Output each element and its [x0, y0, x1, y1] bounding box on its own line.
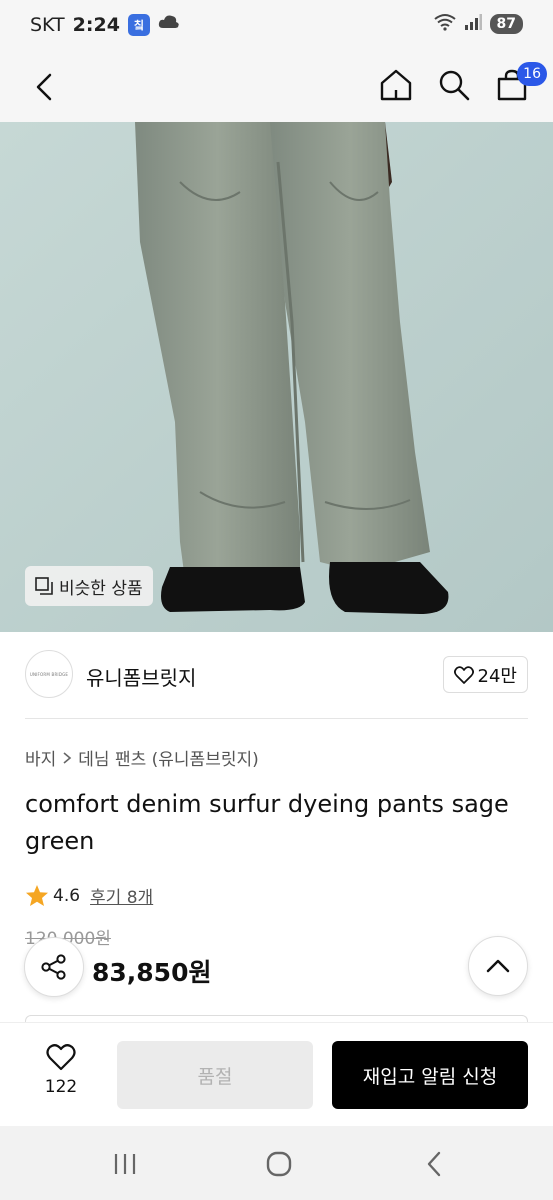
- chevron-up-icon: [486, 959, 510, 973]
- home-button[interactable]: [377, 64, 415, 106]
- purchase-action-bar: 122 품절 재입고 알림 신청: [0, 1022, 553, 1126]
- breadcrumb-category[interactable]: 바지: [25, 745, 56, 770]
- brand-like-button[interactable]: 24만: [442, 656, 528, 693]
- wishlist-count: 122: [44, 1077, 78, 1097]
- restock-alert-button[interactable]: 재입고 알림 신청: [332, 1041, 528, 1109]
- search-icon: [439, 70, 470, 101]
- status-left: SKT 2:24 칰: [30, 13, 180, 36]
- brand-like-count: 24만: [477, 665, 517, 687]
- app-header: 16: [0, 52, 553, 122]
- brand-logo[interactable]: UNIFORM BRIDGE: [25, 650, 73, 698]
- battery-indicator: 87: [489, 14, 523, 34]
- cart-button[interactable]: 16: [493, 62, 547, 106]
- home-nav-button[interactable]: [259, 1144, 299, 1184]
- wifi-icon: [433, 13, 456, 35]
- cart-count-badge: 16: [517, 62, 547, 86]
- back-button[interactable]: [26, 67, 62, 107]
- rating-value: 4.6: [53, 885, 81, 906]
- status-bar: SKT 2:24 칰 87: [0, 0, 553, 52]
- clock: 2:24: [72, 13, 120, 36]
- carrier-label: SKT: [30, 13, 65, 36]
- brand-logo-text: UNIFORM BRIDGE: [29, 671, 69, 677]
- share-icon: [41, 954, 66, 980]
- status-right: 87: [433, 13, 523, 35]
- heart-icon: [453, 665, 474, 684]
- back-chevron-icon: [427, 1151, 441, 1177]
- similar-items-icon: [35, 577, 53, 595]
- recent-apps-icon: [114, 1154, 136, 1174]
- rating-row: 4.6 후기 8개: [25, 883, 153, 908]
- chevron-right-icon: [63, 751, 72, 764]
- header-actions: 16: [377, 62, 547, 106]
- scroll-top-button[interactable]: [468, 936, 528, 996]
- home-circle-icon: [266, 1151, 292, 1177]
- recent-apps-button[interactable]: [105, 1144, 145, 1184]
- similar-products-label: 비슷한 상품: [59, 578, 143, 599]
- breadcrumb: 바지 데님 팬츠 (유니폼브릿지): [25, 745, 259, 770]
- reviews-link[interactable]: 후기 8개: [90, 883, 153, 908]
- brand-row: UNIFORM BRIDGE 유니폼브릿지 24만: [0, 632, 553, 718]
- similar-products-button[interactable]: 비슷한 상품: [25, 566, 153, 606]
- back-chevron-icon: [36, 73, 52, 101]
- system-nav-bar: [0, 1126, 553, 1200]
- wishlist-button[interactable]: 122: [36, 1043, 86, 1097]
- product-image[interactable]: 비슷한 상품: [0, 122, 553, 632]
- heart-icon: [46, 1044, 76, 1071]
- divider: [25, 718, 528, 719]
- product-title: comfort denim surfur dyeing pants sage g…: [25, 790, 509, 855]
- app-notification-icon: 칰: [127, 13, 150, 36]
- star-icon: [26, 885, 48, 906]
- product-photo: [0, 122, 553, 632]
- sale-price: 83,850원: [92, 958, 212, 987]
- search-button[interactable]: [435, 64, 473, 106]
- cloud-notification-icon: [158, 13, 180, 36]
- home-icon: [380, 69, 412, 101]
- brand-name[interactable]: 유니폼브릿지: [86, 662, 196, 691]
- soldout-button: 품절: [117, 1041, 313, 1109]
- share-button[interactable]: [24, 937, 84, 997]
- signal-icon: [464, 14, 482, 34]
- back-nav-button[interactable]: [414, 1144, 454, 1184]
- breadcrumb-subcategory[interactable]: 데님 팬츠 (유니폼브릿지): [78, 745, 258, 770]
